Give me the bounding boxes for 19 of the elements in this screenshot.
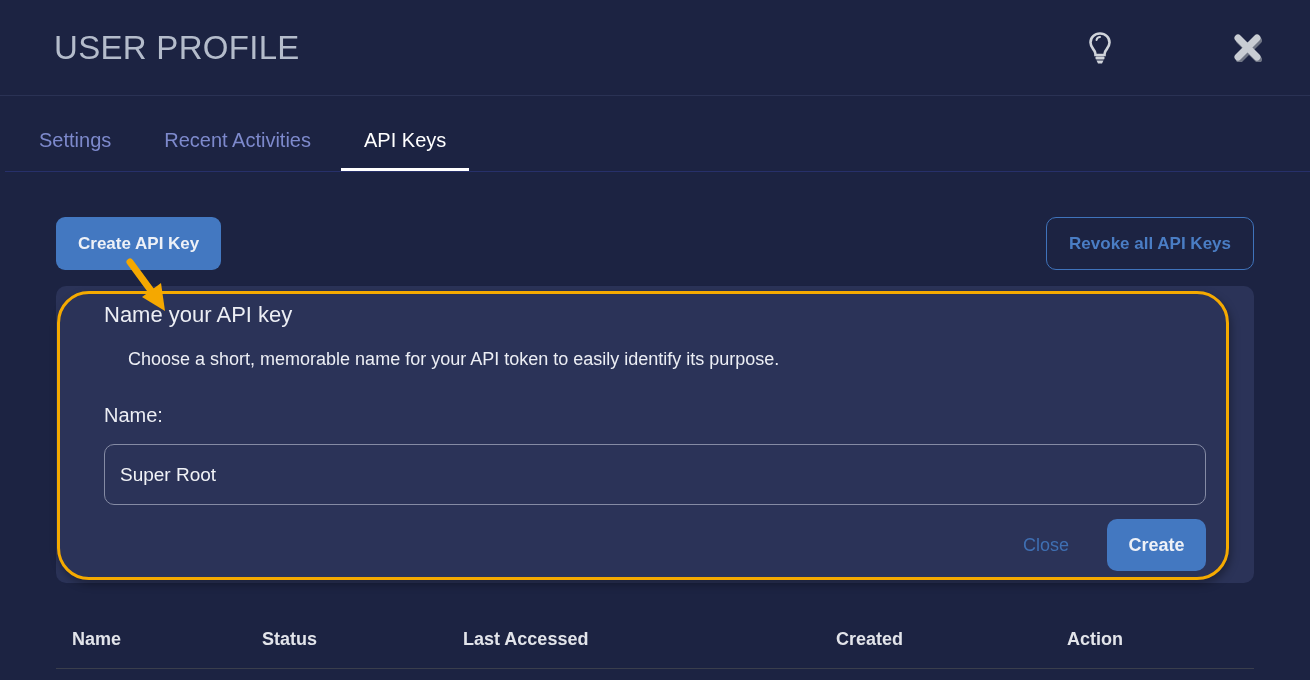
create-api-key-button[interactable]: Create API Key xyxy=(56,217,222,270)
lightbulb-icon[interactable] xyxy=(1088,30,1112,65)
close-icon[interactable] xyxy=(1234,33,1262,62)
column-header: Created xyxy=(836,628,905,650)
name-input-field[interactable]: Super Root xyxy=(104,444,1206,505)
tab[interactable]: Recent Activities xyxy=(141,96,334,171)
form-description: Choose a short, memorable name for your API token to easily identify its purpose. xyxy=(128,348,781,370)
tab[interactable]: API Keys xyxy=(341,96,470,171)
form-title: Name your API key xyxy=(104,302,294,328)
column-header: Name xyxy=(72,628,123,650)
column-header: Last Accessed xyxy=(463,628,590,650)
column-header: Action xyxy=(1067,628,1124,650)
field-label: Name: xyxy=(104,403,164,427)
revoke-all-button[interactable]: Revoke all API Keys xyxy=(1046,217,1254,270)
create-button[interactable]: Create xyxy=(1107,519,1206,571)
column-header: Status xyxy=(262,628,318,650)
close-button[interactable]: Close xyxy=(1006,526,1085,564)
window-title: USER PROFILE xyxy=(54,28,300,67)
tab[interactable]: Settings xyxy=(16,96,135,171)
